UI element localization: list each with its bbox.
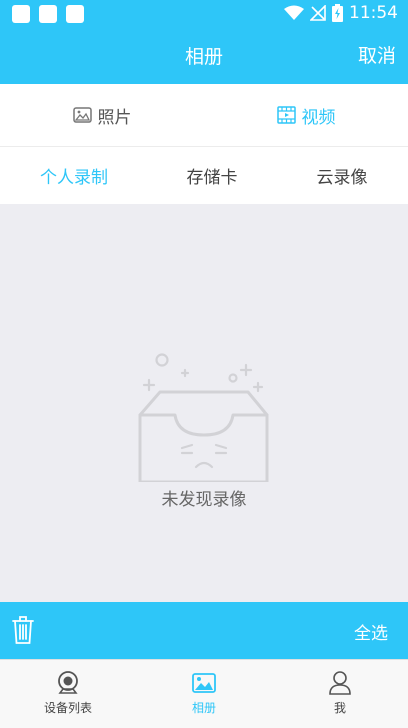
trash-icon[interactable] (11, 615, 35, 645)
nav-album[interactable]: 相册 (136, 660, 272, 728)
nav-device-list-label: 设备列表 (43, 701, 92, 715)
notification-icon (12, 5, 30, 23)
clock: 11:54 (349, 3, 398, 23)
nav-me[interactable]: 我 (272, 660, 408, 728)
recording-list-area: 未发现录像 (0, 204, 408, 602)
nav-device-list[interactable]: 设备列表 (0, 660, 136, 728)
album-icon (192, 673, 216, 693)
media-type-tabs: 照片 视频 (0, 84, 408, 147)
person-icon (329, 671, 351, 695)
wifi-icon (284, 5, 304, 20)
action-bar: 全选 (0, 602, 408, 659)
bottom-nav: 设备列表 相册 我 (0, 659, 408, 728)
tab-photos-label: 照片 (97, 107, 132, 128)
image-icon (72, 107, 92, 123)
camera-icon (58, 671, 78, 694)
title-bar: 相册 取消 (0, 28, 408, 84)
tab-cloud-recording[interactable]: 云录像 (276, 147, 408, 204)
status-bar: 11:54 (0, 0, 408, 28)
tab-videos[interactable]: 视频 (204, 84, 408, 146)
notification-icon (66, 5, 84, 23)
battery-charging-icon (332, 4, 343, 22)
tab-memory-card[interactable]: 存储卡 (148, 147, 276, 204)
source-tabs: 个人录制 存储卡 云录像 (0, 147, 408, 204)
nav-me-label: 我 (333, 701, 346, 715)
tab-personal-recording[interactable]: 个人录制 (0, 147, 148, 204)
tab-photos[interactable]: 照片 (0, 84, 204, 146)
nav-album-label: 相册 (191, 701, 216, 715)
notification-icon (39, 5, 57, 23)
film-icon (276, 106, 296, 124)
page-title: 相册 (184, 46, 223, 68)
empty-box-icon (138, 353, 269, 482)
tab-videos-label: 视频 (301, 107, 336, 128)
cancel-button[interactable]: 取消 (358, 41, 396, 68)
select-all-button[interactable]: 全选 (354, 619, 388, 644)
no-signal-icon (310, 5, 326, 21)
empty-state-message: 未发现录像 (161, 490, 247, 510)
